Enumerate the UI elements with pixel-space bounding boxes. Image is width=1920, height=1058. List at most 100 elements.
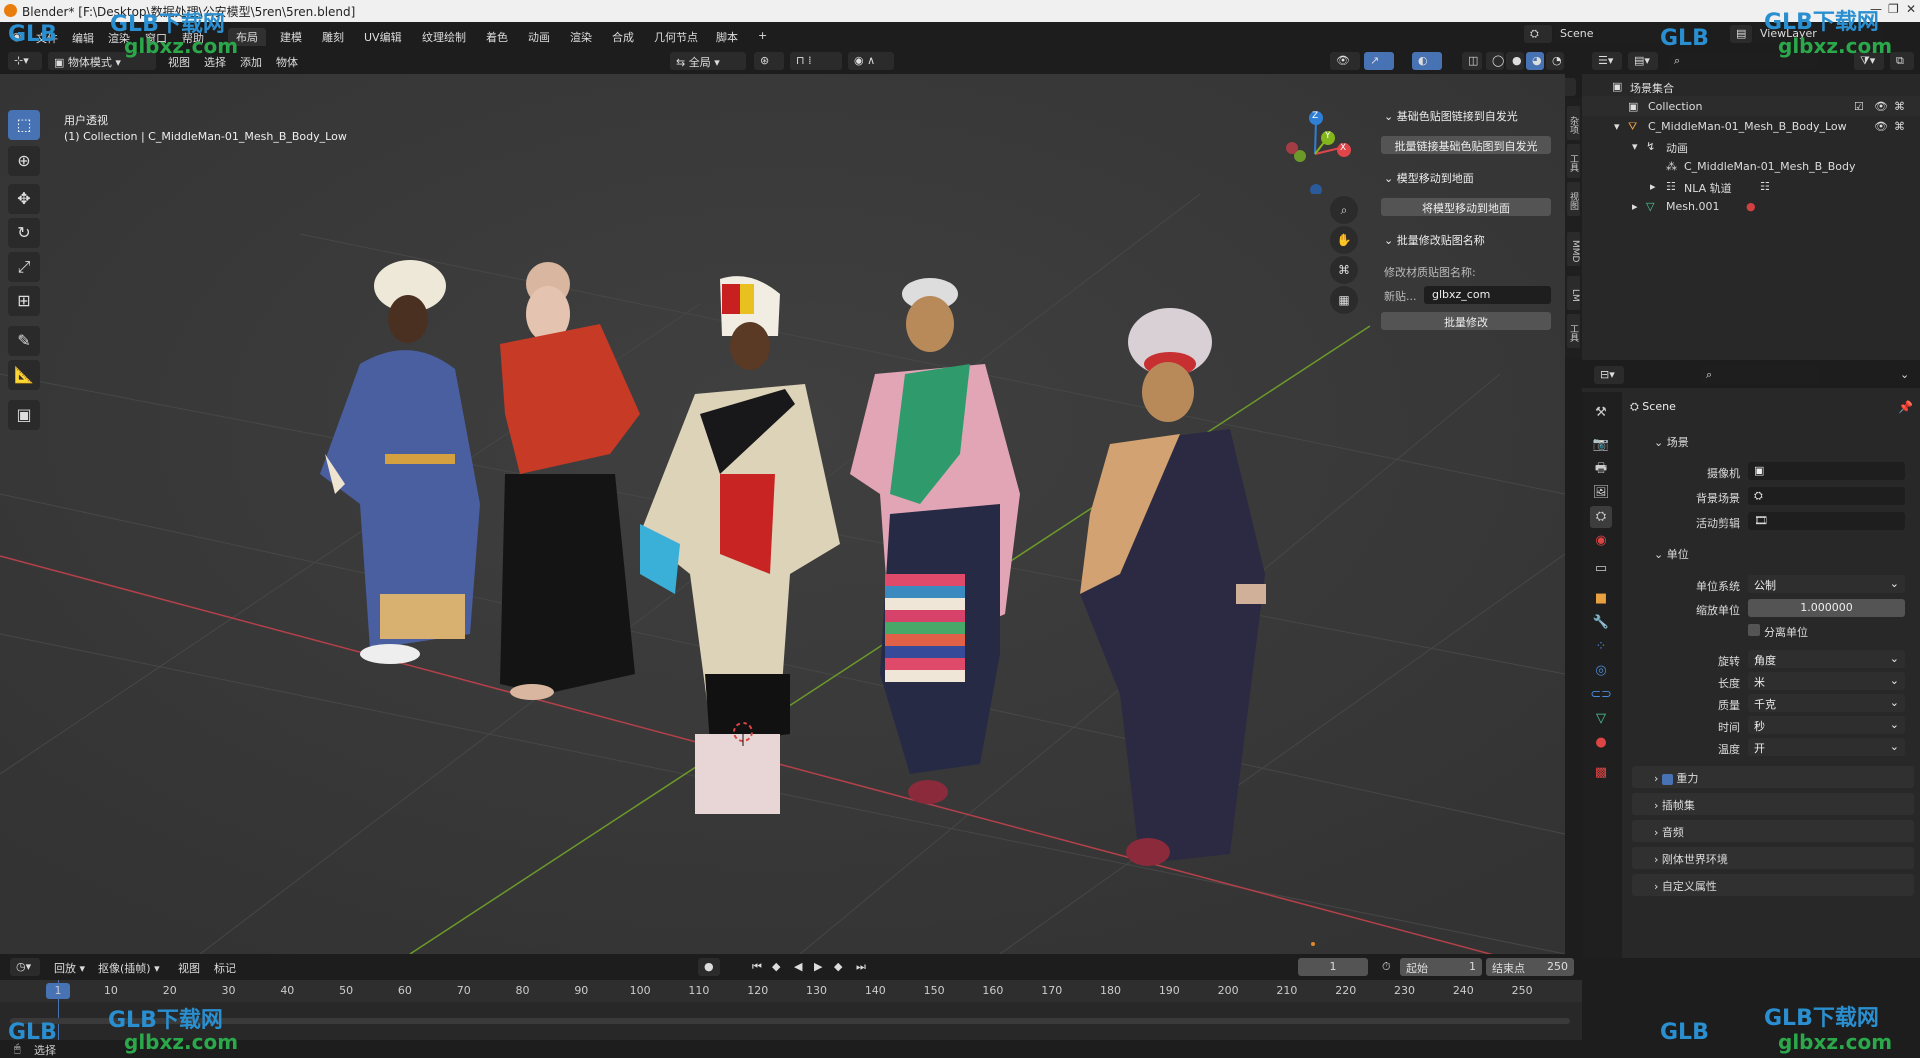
outliner-row-action[interactable]: ⁂ C_MiddleMan-01_Mesh_B_Body [1582,156,1920,176]
cursor-tool-icon[interactable]: ⊕ [8,146,40,176]
new-collection-icon[interactable]: ⧉ [1890,52,1914,70]
length-select[interactable]: 米 ⌄ [1748,672,1905,690]
properties-editor-type-icon[interactable]: ⊟▾ [1594,366,1624,384]
link-basecolor-emission-button[interactable]: 批量链接基础色贴图到自发光 [1381,136,1551,154]
sidebar-tab-tool[interactable]: 工具 [1567,144,1580,178]
menu-add[interactable]: 添加 [234,52,268,70]
start-frame-input[interactable]: 起始 1 [1400,958,1482,976]
expand-arrow-icon[interactable]: ▸ [1632,200,1638,213]
rendered-shading-icon[interactable]: ◔ [1546,52,1564,70]
playback-menu[interactable]: 回放 ▾ [48,958,91,976]
menu-object[interactable]: 物体 [270,52,304,70]
play-icon[interactable]: ▶ [808,958,824,976]
eye-icon[interactable]: 👁 [1874,100,1888,113]
outliner-root[interactable]: ▣ 场景集合 [1582,76,1920,96]
expand-arrow-icon[interactable]: ▾ [1614,120,1620,133]
scene-browse-icon[interactable]: ⛭ [1524,25,1552,43]
tab-uv-editing[interactable]: UV编辑 [356,28,410,46]
pivot-icon[interactable]: ⊛ [754,52,784,70]
collection-props-icon[interactable]: ▭ [1590,558,1612,580]
custom-props-section-header[interactable]: › 自定义属性 [1632,874,1914,896]
gravity-checkbox[interactable] [1661,773,1673,785]
render-camera-icon[interactable]: ⌘ [1894,100,1905,113]
rotate-tool-icon[interactable]: ↻ [8,218,40,248]
scene-section-header[interactable]: ⌄ 场景 [1632,430,1914,452]
transform-orientation-select[interactable]: ⇆ 全局 ▾ [670,52,746,70]
properties-options-icon[interactable]: ⌄ [1894,366,1914,384]
render-props-icon[interactable]: 📷 [1590,434,1612,456]
mass-select[interactable]: 千克 ⌄ [1748,694,1905,712]
keying-sets-section-header[interactable]: › 插帧集 [1632,793,1914,815]
xray-icon[interactable]: ◫ [1462,52,1482,70]
expand-arrow-icon[interactable]: ▸ [1650,180,1656,193]
transform-tool-icon[interactable]: ⊞ [8,286,40,316]
measure-tool-icon[interactable]: 📐 [8,360,40,390]
close-icon[interactable]: ✕ [1906,2,1916,16]
timer-icon[interactable]: ⏱ [1376,958,1396,976]
render-camera-icon[interactable]: ⌘ [1894,120,1905,133]
rotation-select[interactable]: 角度 ⌄ [1748,650,1905,668]
tab-geometry-nodes[interactable]: 几何节点 [646,28,706,46]
marker-menu[interactable]: 标记 [208,958,242,976]
move-tool-icon[interactable]: ✥ [8,184,40,214]
snap-icon[interactable]: ⊓ ⁞ [790,52,842,70]
maximize-icon[interactable]: ❐ [1888,2,1899,16]
play-reverse-icon[interactable]: ◀ [788,958,804,976]
jump-end-icon[interactable]: ⏭ [850,958,866,976]
tab-texture-paint[interactable]: 纹理绘制 [414,28,474,46]
camera-view-icon[interactable]: ⌘ [1330,256,1358,284]
sidebar-tab-misc[interactable]: 杂项 [1567,106,1580,140]
pan-hand-icon[interactable]: ✋ [1330,226,1358,254]
visibility-icon[interactable]: 👁 [1330,52,1360,70]
world-props-icon[interactable]: ◉ [1590,530,1612,552]
wireframe-shading-icon[interactable]: ◯ [1486,52,1504,70]
eye-icon[interactable]: 👁 [1874,120,1888,133]
viewlayer-icon[interactable]: ▤ [1730,25,1752,43]
expand-arrow-icon[interactable]: ▾ [1632,140,1638,153]
current-frame-input[interactable]: 1 [1298,958,1368,976]
active-clip-field[interactable]: 🎞 [1748,512,1905,530]
keying-menu[interactable]: 抠像(插帧) ▾ [92,958,166,976]
batch-rename-button[interactable]: 批量修改 [1381,312,1551,330]
scale-tool-icon[interactable]: ⤢ [8,252,40,282]
outliner-row-nla[interactable]: ▸ ☷ NLA 轨道 ☷ [1582,176,1920,196]
tool-props-icon[interactable]: ⚒ [1590,402,1612,424]
tab-rendering[interactable]: 渲染 [562,28,600,46]
prev-keyframe-icon[interactable]: ◆ [766,958,784,976]
end-frame-input[interactable]: 结束点 250 [1486,958,1574,976]
add-workspace-button[interactable]: + [750,28,775,46]
ortho-grid-icon[interactable]: ▦ [1330,286,1358,314]
timeline-view-menu[interactable]: 视图 [172,958,206,976]
tab-compositing[interactable]: 合成 [604,28,642,46]
gravity-section-header[interactable]: › 重力 [1632,766,1914,788]
units-section-header[interactable]: ⌄ 单位 [1632,542,1914,564]
editor-type-icon[interactable]: ⊹▾ [8,52,42,70]
zoom-icon[interactable]: ⌕ [1330,196,1358,224]
add-cube-tool-icon[interactable]: ▣ [8,400,40,430]
pin-icon[interactable]: 📌 [1898,400,1913,414]
separate-units-checkbox[interactable] [1748,624,1760,636]
sidebar-tab-mmd[interactable]: MMD [1567,232,1580,266]
properties-search-input[interactable]: ⌕ [1700,366,1820,384]
menu-edit[interactable]: 编辑 [72,30,94,46]
material-shading-icon[interactable]: ◕ [1526,52,1544,70]
exclude-checkbox-icon[interactable]: ☑ [1854,100,1864,113]
tab-animation[interactable]: 动画 [520,28,558,46]
jump-start-icon[interactable]: ⏮ [746,958,762,976]
unit-scale-input[interactable]: 1.000000 [1748,599,1905,617]
sidebar-tab-tool2[interactable]: 工具 [1567,314,1580,348]
tab-scripting[interactable]: 脚本 [708,28,746,46]
outliner-row-animation[interactable]: ▾ ↯ 动画 [1582,136,1920,156]
record-keyframe-icon[interactable]: ● [698,958,720,976]
timeline-editor-type-icon[interactable]: ◷▾ [10,958,40,976]
np-section-header-ground[interactable]: ⌄ 模型移动到地面 [1378,166,1554,188]
camera-field[interactable]: ▣ [1748,462,1905,480]
outliner-display-mode-icon[interactable]: ▤▾ [1628,52,1658,70]
outliner-row-armature[interactable]: ▾ ⛛ C_MiddleMan-01_Mesh_B_Body_Low 👁 ⌘ [1582,116,1920,136]
annotate-tool-icon[interactable]: ✎ [8,326,40,356]
np-section-header-rename[interactable]: ⌄ 批量修改贴图名称 [1378,228,1554,250]
texture-props-icon[interactable]: ▩ [1590,762,1612,784]
sidebar-tab-lm[interactable]: LM [1567,276,1580,310]
overlay-toggle-icon[interactable]: ◐ [1412,52,1442,70]
bg-scene-field[interactable]: ⛭ [1748,487,1905,505]
